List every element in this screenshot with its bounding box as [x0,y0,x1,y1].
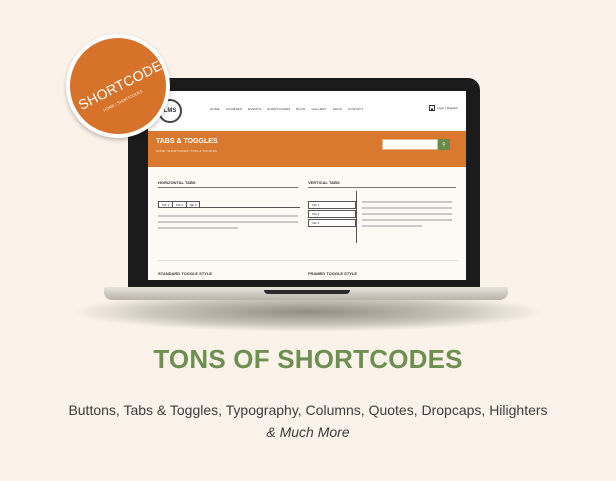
placeholder-text-line [362,225,422,227]
login-link[interactable]: ▲ Login / Register [428,105,458,111]
placeholder-text-line [158,221,298,223]
vertical-tabs: Tab 1 Tab 2 Tab 3 [308,200,356,227]
placeholder-text-line [158,215,298,217]
site-header: LMS HOME COURSES EVENTS SHORTCODES BLOG … [148,91,466,131]
horizontal-tabs-heading: HORIZONTAL TABS [158,180,196,185]
htab-2[interactable]: Tab 2 [172,201,186,208]
laptop-notch [264,290,350,294]
nav-item-home[interactable]: HOME [210,107,220,111]
placeholder-text-line [362,219,452,221]
section-divider [158,260,458,261]
breadcrumb: HOME / SHORTCODES / TABS & TOGGLES [156,149,217,153]
login-label: Login / Register [436,106,458,110]
nav-item-courses[interactable]: COURSES [226,107,242,111]
search-button[interactable]: ⚲ [438,139,450,150]
badge-title: SHORTCODES [75,52,170,113]
htab-3[interactable]: Tab 3 [186,201,200,208]
placeholder-text-line [362,213,452,215]
nav-item-shortcodes[interactable]: SHORTCODES [267,107,290,111]
divider [158,187,298,188]
placeholder-text-line [362,207,452,209]
htab-baseline [200,207,300,208]
nav-item-gallery[interactable]: GALLERY [312,107,327,111]
vtab-separator [356,191,357,243]
divider [308,187,456,188]
site-nav-links: HOME COURSES EVENTS SHORTCODES BLOG GALL… [210,107,364,111]
headline: TONS OF SHORTCODES [153,344,463,374]
vtab-1[interactable]: Tab 1 [308,201,356,209]
framed-toggle-heading: FRAMED TOGGLE STYLE [308,271,358,276]
nav-item-events[interactable]: EVENTS [248,107,261,111]
lock-icon: ▲ [428,105,435,111]
placeholder-text-line [158,227,238,229]
search-input[interactable] [382,139,438,150]
nav-item-blog[interactable]: BLOG [296,107,305,111]
placeholder-text-line [362,201,452,203]
page-hero: TABS & TOGGLES HOME / SHORTCODES / TABS … [148,131,466,167]
shortcodes-badge: SHORTCODES HOME / SHORTCODES [66,34,170,138]
page-title: TABS & TOGGLES [156,138,218,145]
htab-1[interactable]: Tab 1 [158,201,172,208]
nav-item-contact[interactable]: CONTACT [348,107,364,111]
feature-list: Buttons, Tabs & Toggles, Typography, Col… [68,402,548,418]
nav-item-shop[interactable]: SHOP [333,107,342,111]
search-icon: ⚲ [442,141,446,148]
standard-toggle-heading: STANDARD TOGGLE STYLE [158,271,213,276]
vtab-2[interactable]: Tab 2 [308,210,356,218]
vertical-tabs-heading: VERTICAL TABS [308,180,340,185]
laptop-screen: LMS HOME COURSES EVENTS SHORTCODES BLOG … [148,91,466,280]
much-more-text: & Much More [266,424,350,440]
vtab-3[interactable]: Tab 3 [308,219,356,227]
horizontal-tabs: Tab 1 Tab 2 Tab 3 [158,201,200,208]
